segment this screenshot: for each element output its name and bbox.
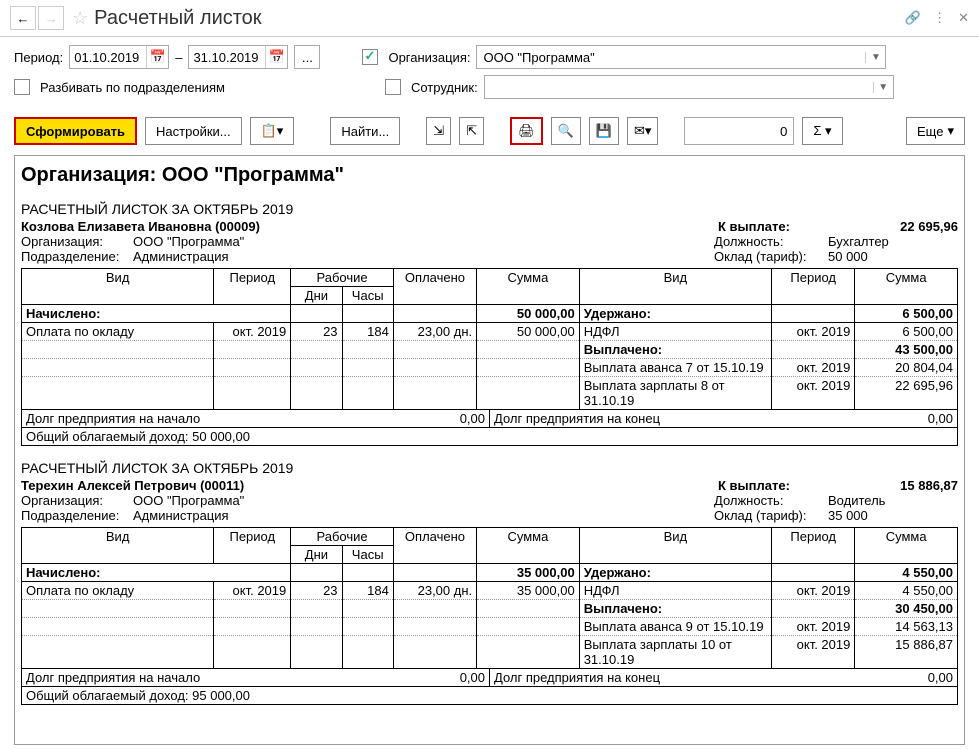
date-to-input[interactable]: 📅: [188, 45, 288, 69]
pay-label: К выплате:: [718, 478, 858, 493]
employee-name: Козлова Елизавета Ивановна (00009): [21, 219, 718, 234]
close-icon[interactable]: ✕: [958, 10, 969, 26]
sum-input[interactable]: [684, 117, 794, 145]
calendar-icon[interactable]: 📅: [265, 46, 287, 68]
report-area[interactable]: Организация: ООО "Программа" РАСЧЕТНЫЙ Л…: [14, 155, 965, 745]
menu-icon[interactable]: ⋮: [933, 10, 946, 26]
payslip-table: Вид Период Рабочие Оплачено Сумма Вид Пе…: [21, 527, 958, 669]
more-button[interactable]: Еще ▾: [906, 117, 965, 145]
save-file-button[interactable]: 💾: [589, 117, 619, 145]
chevron-down-icon[interactable]: ▼: [865, 52, 885, 63]
nav-forward-button[interactable]: →: [38, 6, 64, 30]
slip-title: РАСЧЕТНЫЙ ЛИСТОК ЗА ОКТЯБРЬ 2019: [21, 201, 958, 217]
employee-checkbox[interactable]: [385, 79, 401, 95]
email-button[interactable]: ✉▾: [627, 117, 658, 145]
payslip-table: Вид Период Рабочие Оплачено Сумма Вид Пе…: [21, 268, 958, 410]
org-label: Организация:: [388, 50, 470, 65]
payslip: РАСЧЕТНЫЙ ЛИСТОК ЗА ОКТЯБРЬ 2019 Терехин…: [21, 460, 958, 705]
employee-name: Терехин Алексей Петрович (00011): [21, 478, 718, 493]
pay-amount: 22 695,96: [858, 219, 958, 234]
date-from-input[interactable]: 📅: [69, 45, 169, 69]
pay-label: К выплате:: [718, 219, 858, 234]
settings-button[interactable]: Настройки...: [145, 117, 242, 145]
org-checkbox[interactable]: [362, 49, 378, 65]
pay-amount: 15 886,87: [858, 478, 958, 493]
org-combo[interactable]: ▼: [476, 45, 886, 69]
nav-back-button[interactable]: ←: [10, 6, 36, 30]
collapse-button[interactable]: ⇱: [459, 117, 484, 145]
find-button[interactable]: Найти...: [330, 117, 400, 145]
favorite-icon[interactable]: ☆: [72, 8, 88, 29]
employee-combo[interactable]: ▼: [484, 75, 894, 99]
period-label: Период:: [14, 50, 63, 65]
sigma-button[interactable]: Σ ▾: [802, 117, 842, 145]
slip-title: РАСЧЕТНЫЙ ЛИСТОК ЗА ОКТЯБРЬ 2019: [21, 460, 958, 476]
expand-button[interactable]: ⇲: [426, 117, 451, 145]
print-button[interactable]: 🖨: [510, 117, 543, 145]
period-picker-button[interactable]: ...: [294, 45, 320, 69]
calendar-icon[interactable]: 📅: [146, 46, 168, 68]
chevron-down-icon[interactable]: ▼: [873, 82, 893, 93]
link-icon[interactable]: 🔗: [905, 10, 921, 26]
preview-button[interactable]: 🔍: [551, 117, 581, 145]
split-label: Разбивать по подразделениям: [40, 80, 225, 95]
payslip: РАСЧЕТНЫЙ ЛИСТОК ЗА ОКТЯБРЬ 2019 Козлова…: [21, 201, 958, 446]
save-settings-button[interactable]: 📋▾: [250, 117, 295, 145]
org-header: Организация: ООО "Программа": [21, 164, 958, 187]
generate-button[interactable]: Сформировать: [14, 117, 137, 145]
split-checkbox[interactable]: [14, 79, 30, 95]
page-title: Расчетный листок: [94, 7, 905, 30]
employee-label: Сотрудник:: [411, 80, 478, 95]
